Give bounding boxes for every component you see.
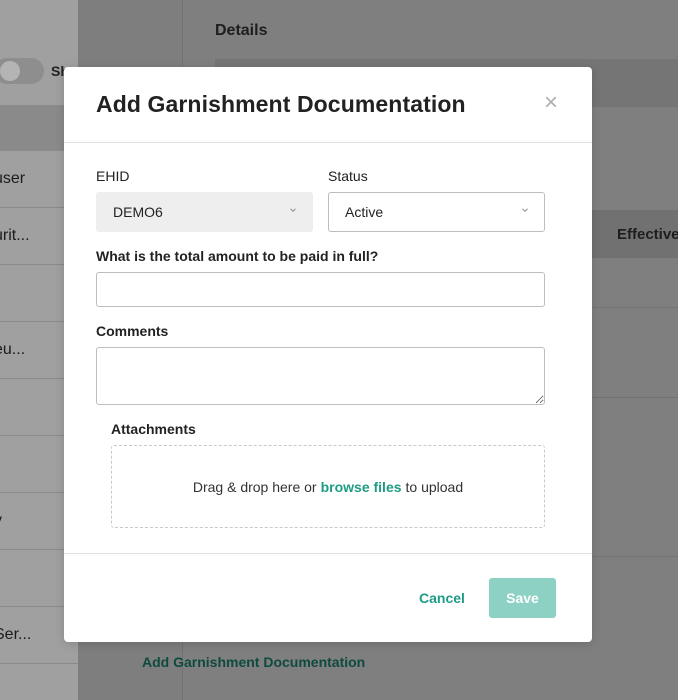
status-label: Status xyxy=(328,168,368,184)
attachments-label: Attachments xyxy=(111,421,196,437)
ehid-select: DEMO6 xyxy=(96,192,313,232)
ehid-value: DEMO6 xyxy=(113,204,163,220)
chevron-down-icon xyxy=(290,208,296,213)
amount-input[interactable] xyxy=(96,272,545,307)
status-select[interactable]: Active xyxy=(328,192,545,232)
column-header-effective: Effective xyxy=(617,226,678,243)
chevron-down-icon xyxy=(522,208,528,213)
dropzone-text-before: Drag & drop here or xyxy=(192,478,317,495)
save-button[interactable]: Save xyxy=(489,578,556,618)
close-icon[interactable]: × xyxy=(542,91,560,115)
modal-footer-divider xyxy=(64,553,592,554)
modal-title: Add Garnishment Documentation xyxy=(96,91,466,117)
browse-files-link[interactable]: browse files xyxy=(321,479,402,495)
file-dropzone[interactable]: Drag & drop here or browse files to uplo… xyxy=(111,445,545,528)
details-title: Details xyxy=(215,22,268,39)
modal-header: Add Garnishment Documentation × xyxy=(64,67,592,143)
dropzone-text-after: to upload xyxy=(405,478,464,495)
comments-textarea[interactable] xyxy=(96,347,545,405)
comments-label: Comments xyxy=(96,323,169,339)
cancel-button[interactable]: Cancel xyxy=(411,578,473,618)
ehid-label: EHID xyxy=(96,168,130,184)
status-value: Active xyxy=(345,204,384,220)
toggle-knob xyxy=(0,61,20,81)
add-garnishment-link[interactable]: Add Garnishment Documentation xyxy=(142,654,365,670)
add-garnishment-modal: Add Garnishment Documentation × EHID DEM… xyxy=(64,67,592,642)
amount-label: What is the total amount to be paid in f… xyxy=(96,248,379,264)
